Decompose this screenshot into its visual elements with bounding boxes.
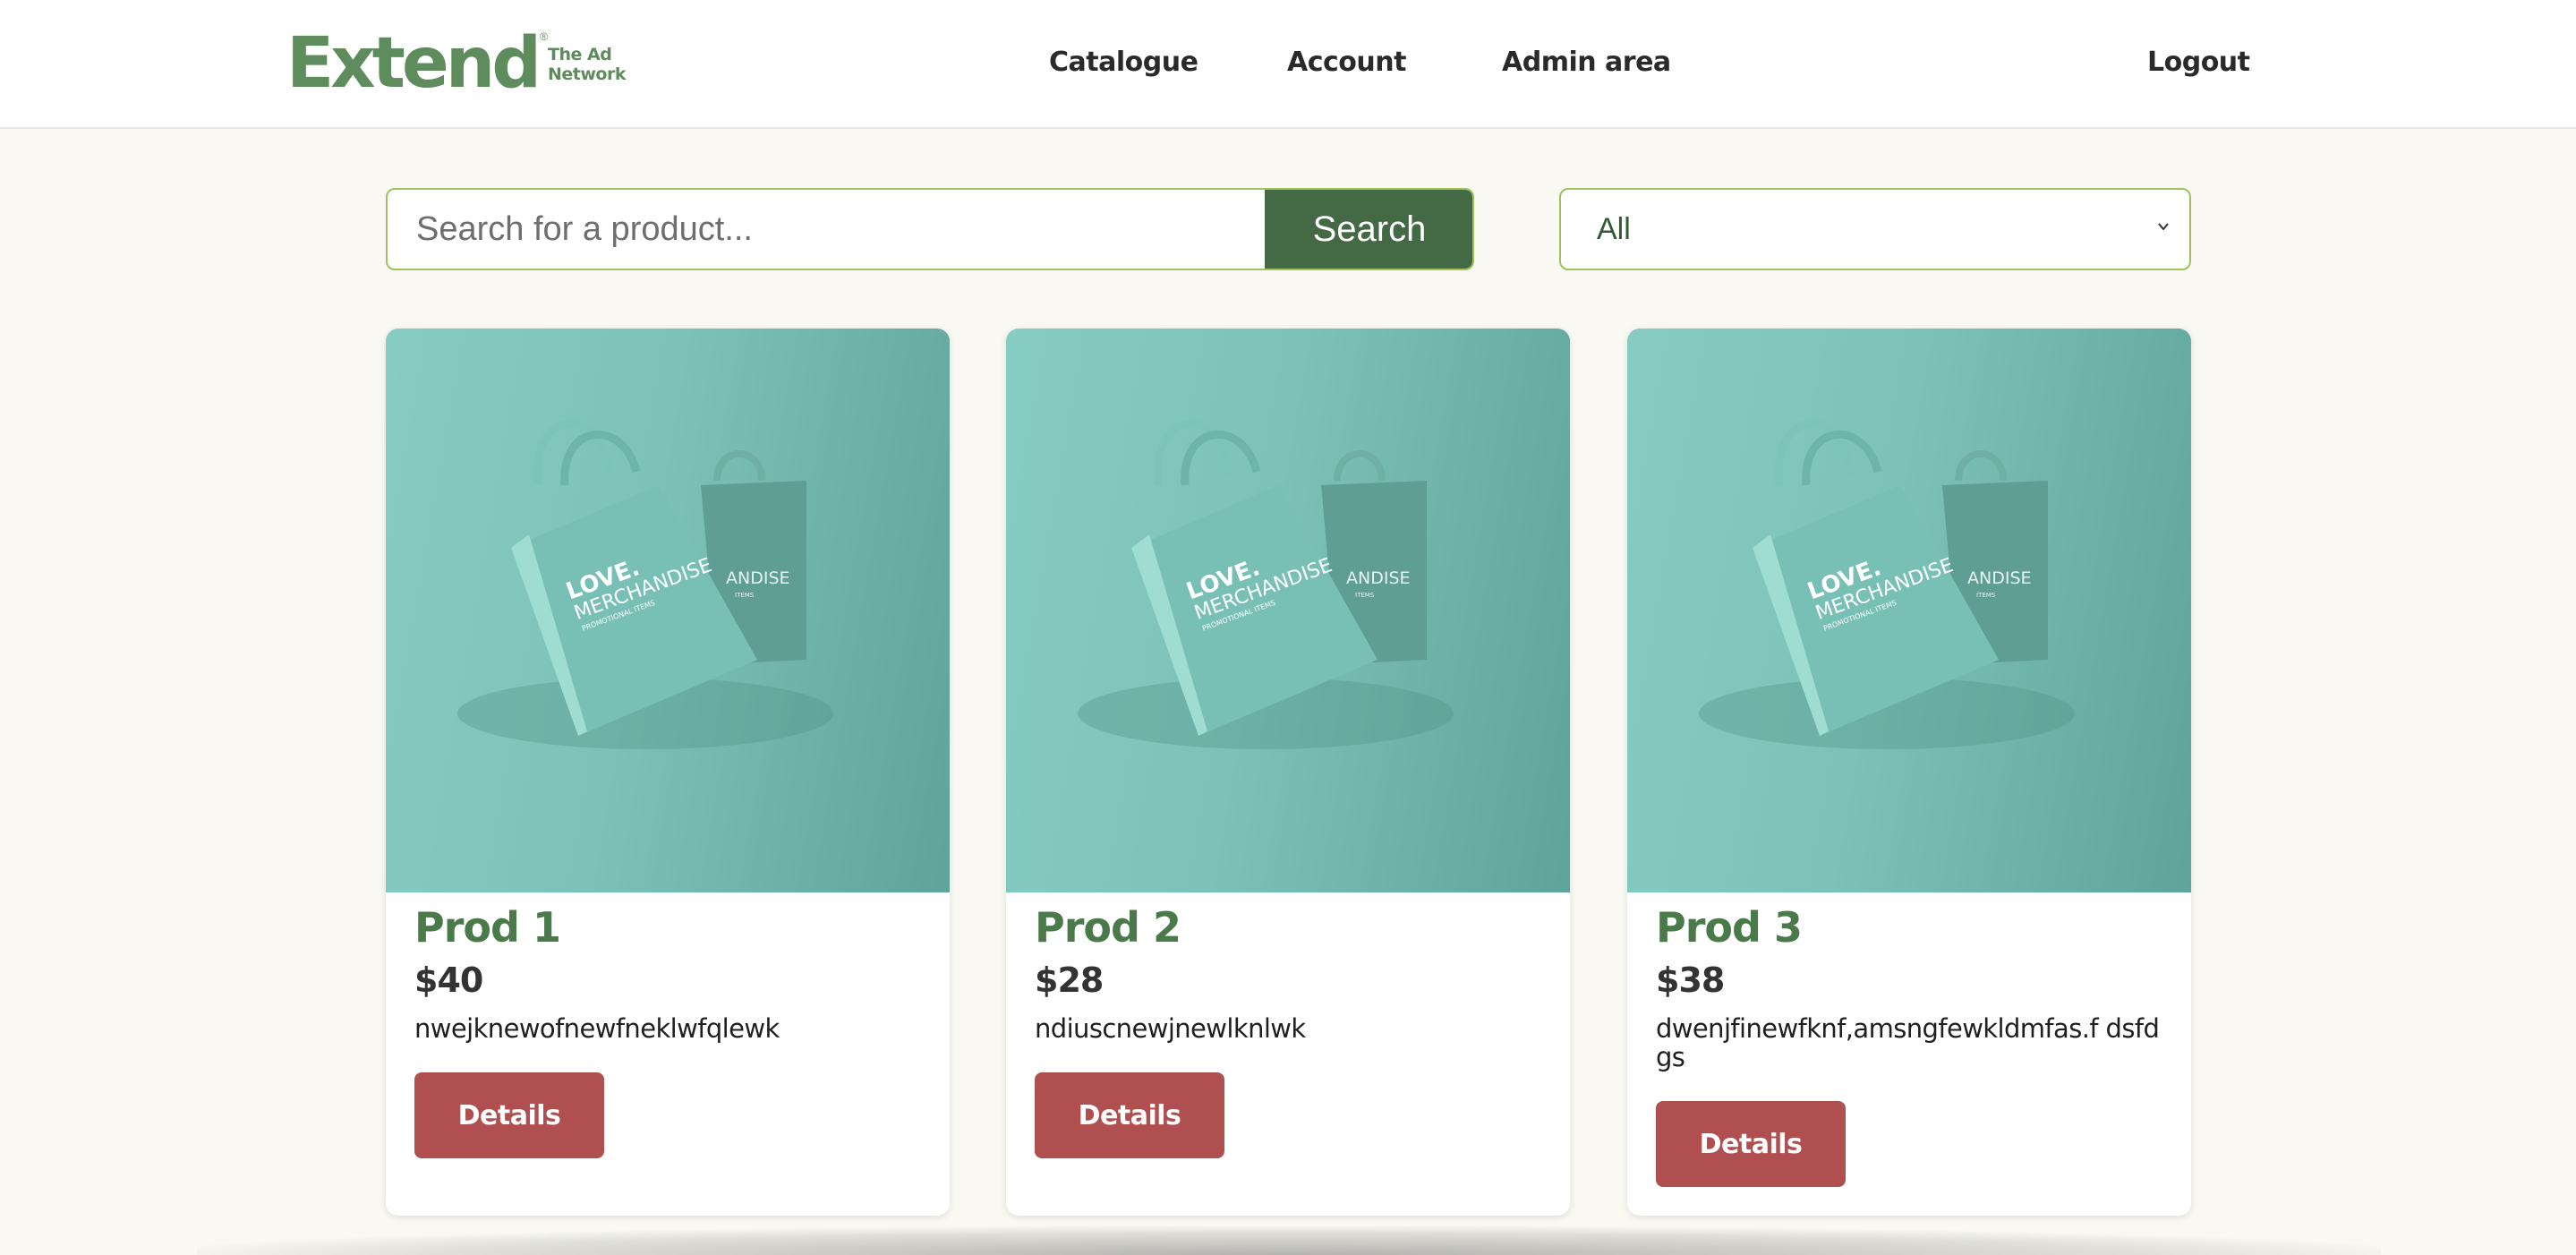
brand-tagline-line2: Network xyxy=(548,64,626,84)
nav-catalogue[interactable]: Catalogue xyxy=(1049,47,1198,78)
details-button[interactable]: Details xyxy=(1656,1101,1846,1187)
back-bag-small-text: ITEMS xyxy=(735,592,755,599)
product-title: Prod 2 xyxy=(1035,903,1181,952)
product-image[interactable]: ANDISE ITEMS LOVE. MERCHANDISE PROMOTION… xyxy=(1627,329,2191,892)
back-bag-text: ANDISE xyxy=(1967,568,2032,588)
product-card: ANDISE ITEMS LOVE. MERCHANDISE PROMOTION… xyxy=(1006,329,1570,1216)
details-button[interactable]: Details xyxy=(414,1072,604,1158)
tote-bag-illustration: ANDISE ITEMS LOVE. MERCHANDISE PROMOTION… xyxy=(1699,419,2075,749)
brand-tagline: The Ad Network xyxy=(548,45,626,84)
logout-link[interactable]: Logout xyxy=(2147,47,2250,78)
back-bag-small-text: ITEMS xyxy=(1976,592,1996,599)
search-input[interactable] xyxy=(388,190,1265,269)
brand-logo[interactable]: Extend ® The Ad Network xyxy=(286,25,626,102)
tote-bag-illustration: ANDISE ITEMS LOVE. MERCHANDISE PROMOTION… xyxy=(1078,419,1454,749)
product-description: ndiuscnewjnewlknlwk xyxy=(1035,1013,1306,1044)
product-image[interactable]: ANDISE ITEMS LOVE. MERCHANDISE PROMOTION… xyxy=(386,329,950,892)
tote-bag-illustration: ANDISE ITEMS LOVE. MERCHANDISE PROMOTION… xyxy=(457,419,833,749)
back-bag-small-text: ITEMS xyxy=(1355,592,1375,599)
bottom-shadow xyxy=(197,1226,2381,1255)
product-price: $28 xyxy=(1035,960,1104,1000)
brand-tagline-line1: The Ad xyxy=(548,45,612,64)
product-description: dwenjfinewfknf,amsngfewkldmfas.f dsfdgs xyxy=(1656,1013,2160,1072)
nav-account[interactable]: Account xyxy=(1287,47,1406,78)
chevron-down-icon xyxy=(2158,223,2169,231)
product-card: ANDISE ITEMS LOVE. MERCHANDISE PROMOTION… xyxy=(386,329,950,1216)
product-price: $40 xyxy=(414,960,483,1000)
product-description: nwejknewofnewfneklwfqlewk xyxy=(414,1013,780,1044)
filter-selected-value: All xyxy=(1597,212,1631,246)
category-filter-select[interactable]: All xyxy=(1559,188,2191,270)
product-title: Prod 3 xyxy=(1656,903,1803,952)
product-card: ANDISE ITEMS LOVE. MERCHANDISE PROMOTION… xyxy=(1627,329,2191,1216)
back-bag-text: ANDISE xyxy=(726,568,790,588)
top-header: Extend ® The Ad Network Catalogue Accoun… xyxy=(0,0,2576,129)
product-title: Prod 1 xyxy=(414,903,561,952)
product-image[interactable]: ANDISE ITEMS LOVE. MERCHANDISE PROMOTION… xyxy=(1006,329,1570,892)
brand-name: Extend xyxy=(286,23,542,104)
nav-admin-area[interactable]: Admin area xyxy=(1502,47,1671,78)
search-button[interactable]: Search xyxy=(1265,190,1472,269)
details-button[interactable]: Details xyxy=(1035,1072,1224,1158)
back-bag-text: ANDISE xyxy=(1346,568,1411,588)
search-bar: Search xyxy=(386,188,1474,270)
product-price: $38 xyxy=(1656,960,1725,1000)
registered-mark-icon: ® xyxy=(540,30,548,43)
